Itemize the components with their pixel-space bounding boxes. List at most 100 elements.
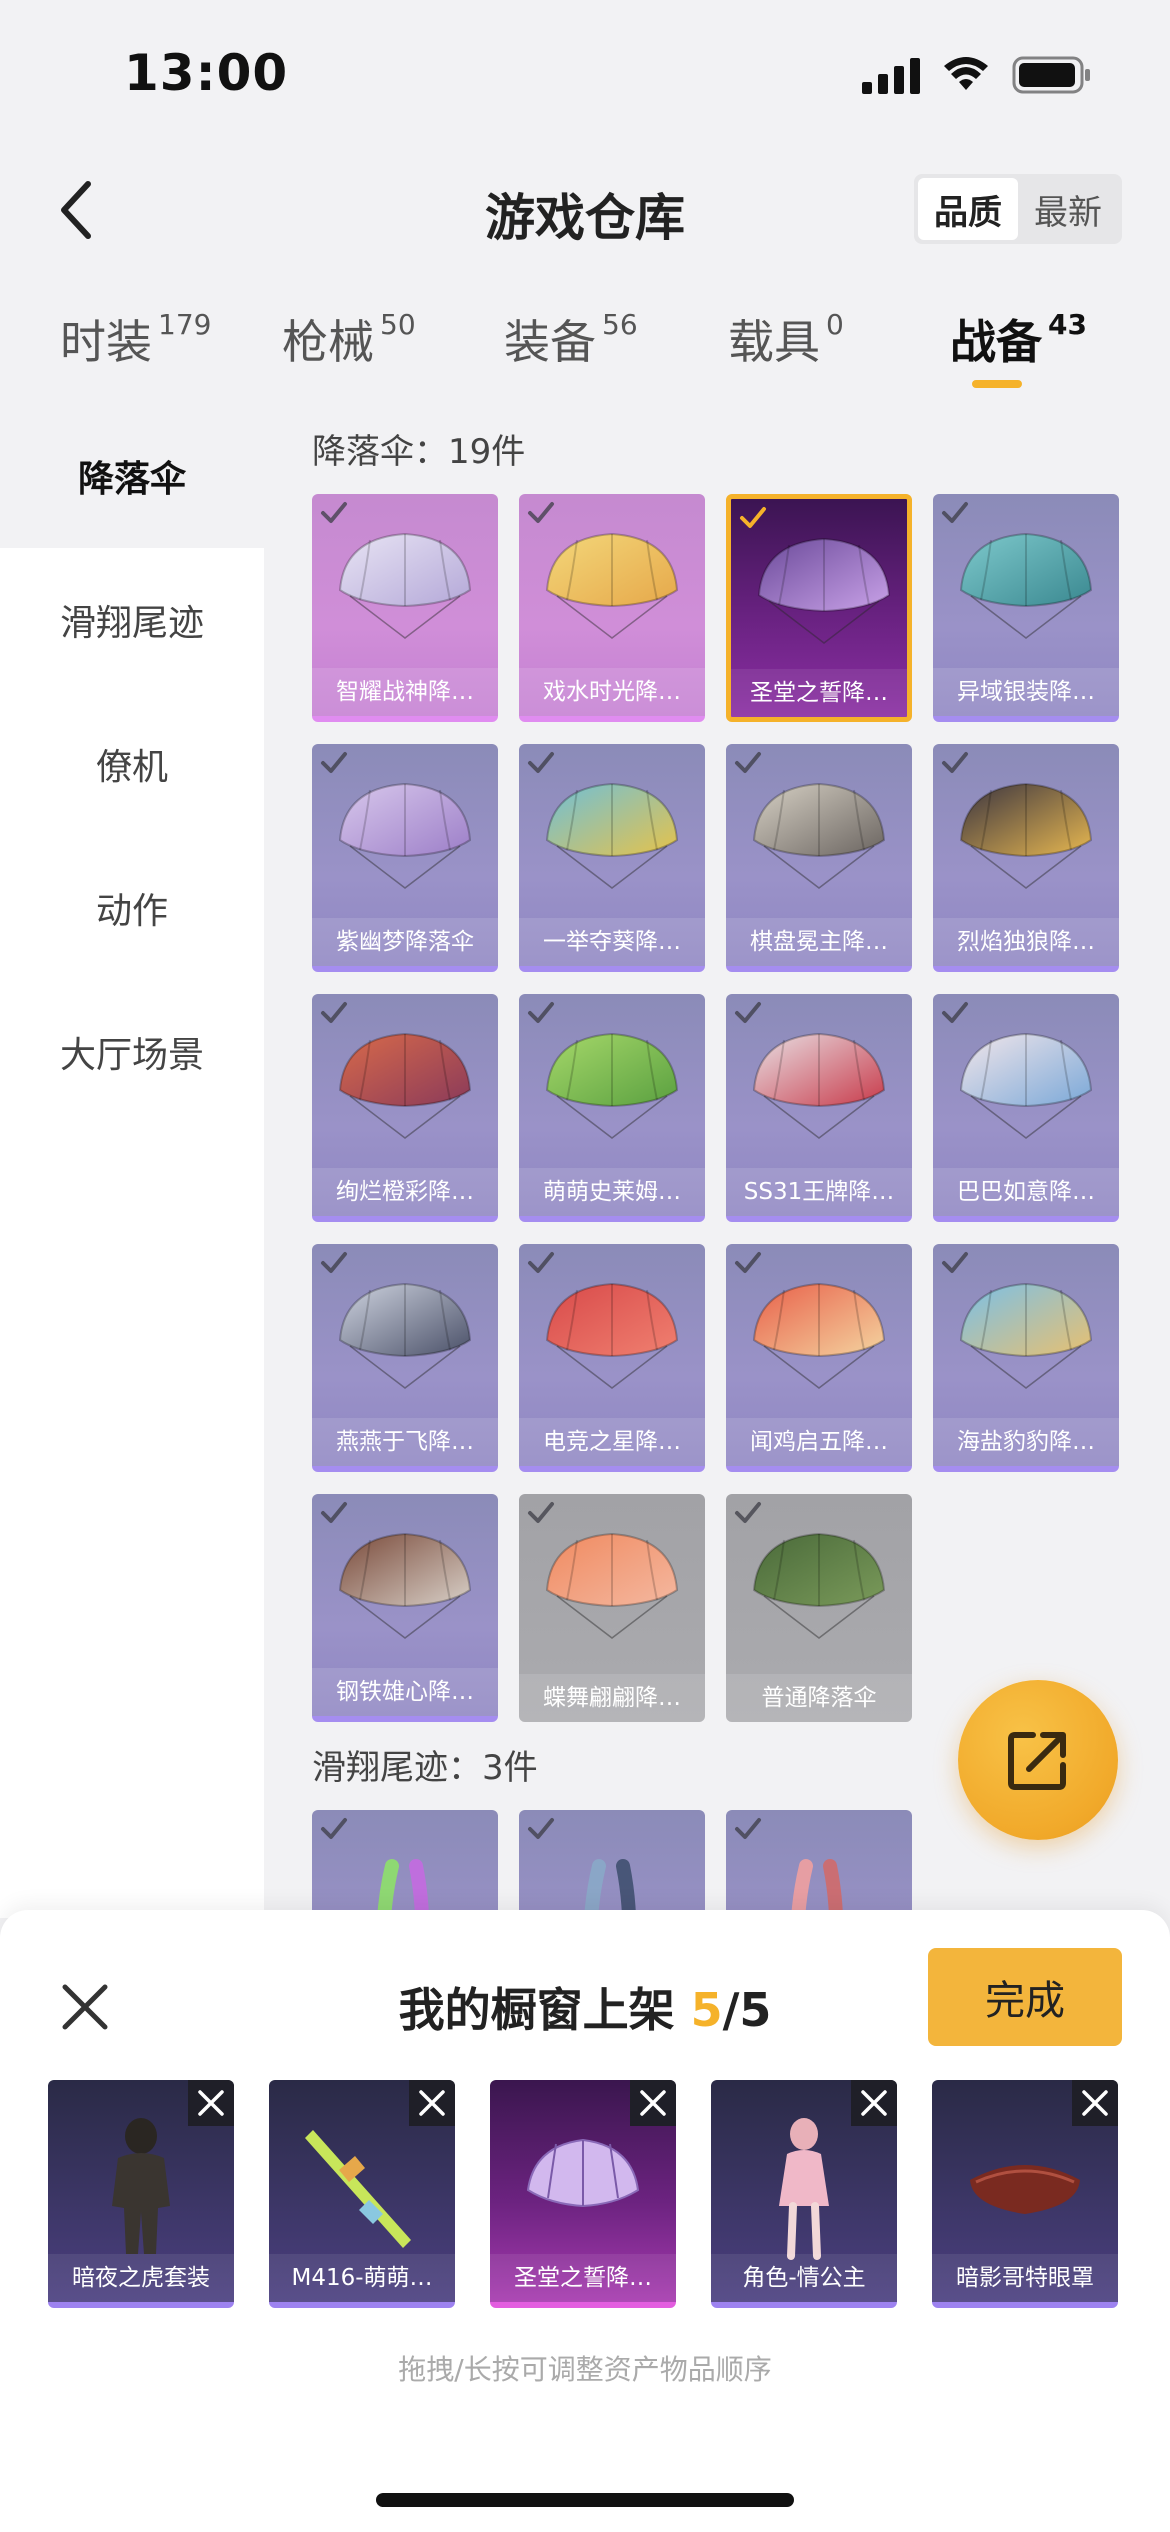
category-tabs: 时装 179 枪械 50 装备 56 载具 0 战备 43 — [0, 270, 1170, 400]
item-card[interactable]: 异域银装降… — [933, 494, 1119, 722]
close-icon — [640, 2090, 666, 2116]
item-name: 燕燕于飞降… — [312, 1418, 498, 1466]
remove-item-button[interactable] — [851, 2080, 897, 2126]
item-card[interactable]: 蝶舞翩翩降… — [519, 1494, 705, 1722]
remove-item-button[interactable] — [409, 2080, 455, 2126]
item-card[interactable]: 圣堂之誓降… — [726, 494, 912, 722]
tab-count: 56 — [602, 308, 638, 341]
item-name: 绚烂橙彩降… — [312, 1168, 498, 1216]
item-card[interactable]: 普通降落伞 — [726, 1494, 912, 1722]
item-card[interactable]: 海盐豹豹降… — [933, 1244, 1119, 1472]
shelf-item-card[interactable]: M416-萌萌… — [269, 2080, 455, 2308]
item-card[interactable]: 烈焰独狼降… — [933, 744, 1119, 972]
item-name: 普通降落伞 — [726, 1674, 912, 1722]
tab-equipment[interactable]: 装备 56 — [504, 306, 638, 372]
parachute-image — [545, 1282, 679, 1389]
shelf-item-name: 角色-情公主 — [711, 2254, 897, 2302]
tab-label: 装备 — [504, 315, 596, 369]
item-card[interactable]: 紫幽梦降落伞 — [312, 744, 498, 972]
remove-item-button[interactable] — [188, 2080, 234, 2126]
section-title-glide-trail: 滑翔尾迹：3件 — [312, 1748, 538, 1788]
item-card[interactable]: 闻鸡启五降… — [726, 1244, 912, 1472]
item-card[interactable]: 巴巴如意降… — [933, 994, 1119, 1222]
item-card[interactable]: 钢铁雄心降… — [312, 1494, 498, 1722]
shelf-item-name: 暗夜之虎套装 — [48, 2254, 234, 2302]
tab-fashion[interactable]: 时装 179 — [60, 306, 211, 372]
sort-toggle: 品质 最新 — [914, 174, 1122, 244]
status-time: 13:00 — [124, 44, 289, 102]
parachute-image — [338, 782, 472, 889]
parachute-image — [959, 782, 1093, 889]
sidebar-item-parachute[interactable]: 降落伞 — [0, 404, 264, 548]
outfit-image — [112, 2118, 170, 2254]
item-card[interactable] — [519, 1810, 705, 1918]
sidebar-item-glide-trail[interactable]: 滑翔尾迹 — [0, 548, 264, 692]
done-button[interactable]: 完成 — [928, 1948, 1122, 2046]
tab-vehicles[interactable]: 载具 0 — [728, 306, 844, 372]
tab-count: 0 — [826, 308, 844, 341]
parachute-image — [959, 1282, 1093, 1389]
item-name: 烈焰独狼降… — [933, 918, 1119, 966]
cellular-signal-icon — [862, 56, 920, 94]
wifi-icon — [944, 57, 988, 90]
home-indicator — [376, 2493, 794, 2507]
glide-trail-image — [791, 1859, 844, 1918]
shelf-items: 暗夜之虎套装 M416-萌萌… 圣堂之誓降… 角色-情公主 暗影哥特眼罩 — [48, 2080, 1122, 2310]
parachute-image — [545, 532, 679, 639]
item-card[interactable]: 萌萌史莱姆… — [519, 994, 705, 1222]
parachute-image — [752, 1282, 886, 1389]
shelf-hint: 拖拽/长按可调整资产物品顺序 — [398, 2353, 772, 2386]
tab-combat-gear[interactable]: 战备 43 — [950, 306, 1087, 372]
shelf-item-card[interactable]: 圣堂之誓降… — [490, 2080, 676, 2308]
shelf-item-card[interactable]: 暗影哥特眼罩 — [932, 2080, 1118, 2308]
item-card[interactable]: 燕燕于飞降… — [312, 1244, 498, 1472]
tab-label: 枪械 — [282, 315, 374, 369]
item-name: 圣堂之誓降… — [731, 669, 907, 717]
sidebar-item-lobby-scene[interactable]: 大厅场景 — [0, 980, 264, 1124]
item-card[interactable]: 戏水时光降… — [519, 494, 705, 722]
item-name: SS31王牌降… — [726, 1168, 912, 1216]
parachute-image — [959, 1032, 1093, 1139]
close-icon — [198, 2090, 224, 2116]
parachute-image — [526, 2138, 640, 2208]
sort-newest-option[interactable]: 最新 — [1018, 178, 1118, 240]
parachute-image — [752, 782, 886, 889]
parachute-image — [338, 1282, 472, 1389]
shelf-item-card[interactable]: 角色-情公主 — [711, 2080, 897, 2308]
remove-item-button[interactable] — [630, 2080, 676, 2126]
remove-item-button[interactable] — [1072, 2080, 1118, 2126]
parachute-image — [545, 1532, 679, 1639]
item-name: 海盐豹豹降… — [933, 1418, 1119, 1466]
shelf-item-name: 圣堂之誓降… — [490, 2254, 676, 2302]
item-name: 萌萌史莱姆… — [519, 1168, 705, 1216]
item-card[interactable]: 一举夺葵降… — [519, 744, 705, 972]
sidebar-item-wingman[interactable]: 僚机 — [0, 692, 264, 836]
item-card[interactable]: 智耀战神降… — [312, 494, 498, 722]
shelf-item-card[interactable]: 暗夜之虎套装 — [48, 2080, 234, 2308]
item-card[interactable] — [726, 1810, 912, 1918]
shelf-item-name: 暗影哥特眼罩 — [932, 2254, 1118, 2302]
item-name: 智耀战神降… — [312, 668, 498, 716]
app-root: 13:00 游戏仓库 品质 最新 时装 179 枪械 50 装备 56 载具 0… — [0, 0, 1170, 2532]
parachute-image — [338, 1532, 472, 1639]
tab-label: 战备 — [950, 315, 1042, 369]
parachute-image — [752, 1532, 886, 1639]
tab-weapons[interactable]: 枪械 50 — [282, 306, 416, 372]
parachute-image — [757, 537, 891, 644]
shelf-title-text: 我的橱窗上架 — [398, 1983, 675, 2037]
item-card[interactable]: SS31王牌降… — [726, 994, 912, 1222]
status-bar: 13:00 — [0, 0, 1170, 150]
sort-quality-option[interactable]: 品质 — [918, 178, 1018, 240]
nav-bar: 游戏仓库 品质 最新 — [0, 150, 1170, 270]
tab-count: 43 — [1048, 308, 1087, 341]
item-card[interactable] — [312, 1810, 498, 1918]
tab-count: 50 — [380, 308, 416, 341]
item-name: 异域银装降… — [933, 668, 1119, 716]
sidebar-item-emote[interactable]: 动作 — [0, 836, 264, 980]
item-name: 棋盘冕主降… — [726, 918, 912, 966]
item-card[interactable]: 电竞之星降… — [519, 1244, 705, 1472]
item-card[interactable]: 绚烂橙彩降… — [312, 994, 498, 1222]
share-button[interactable] — [958, 1680, 1118, 1840]
item-card[interactable]: 棋盘冕主降… — [726, 744, 912, 972]
item-name: 蝶舞翩翩降… — [519, 1674, 705, 1722]
